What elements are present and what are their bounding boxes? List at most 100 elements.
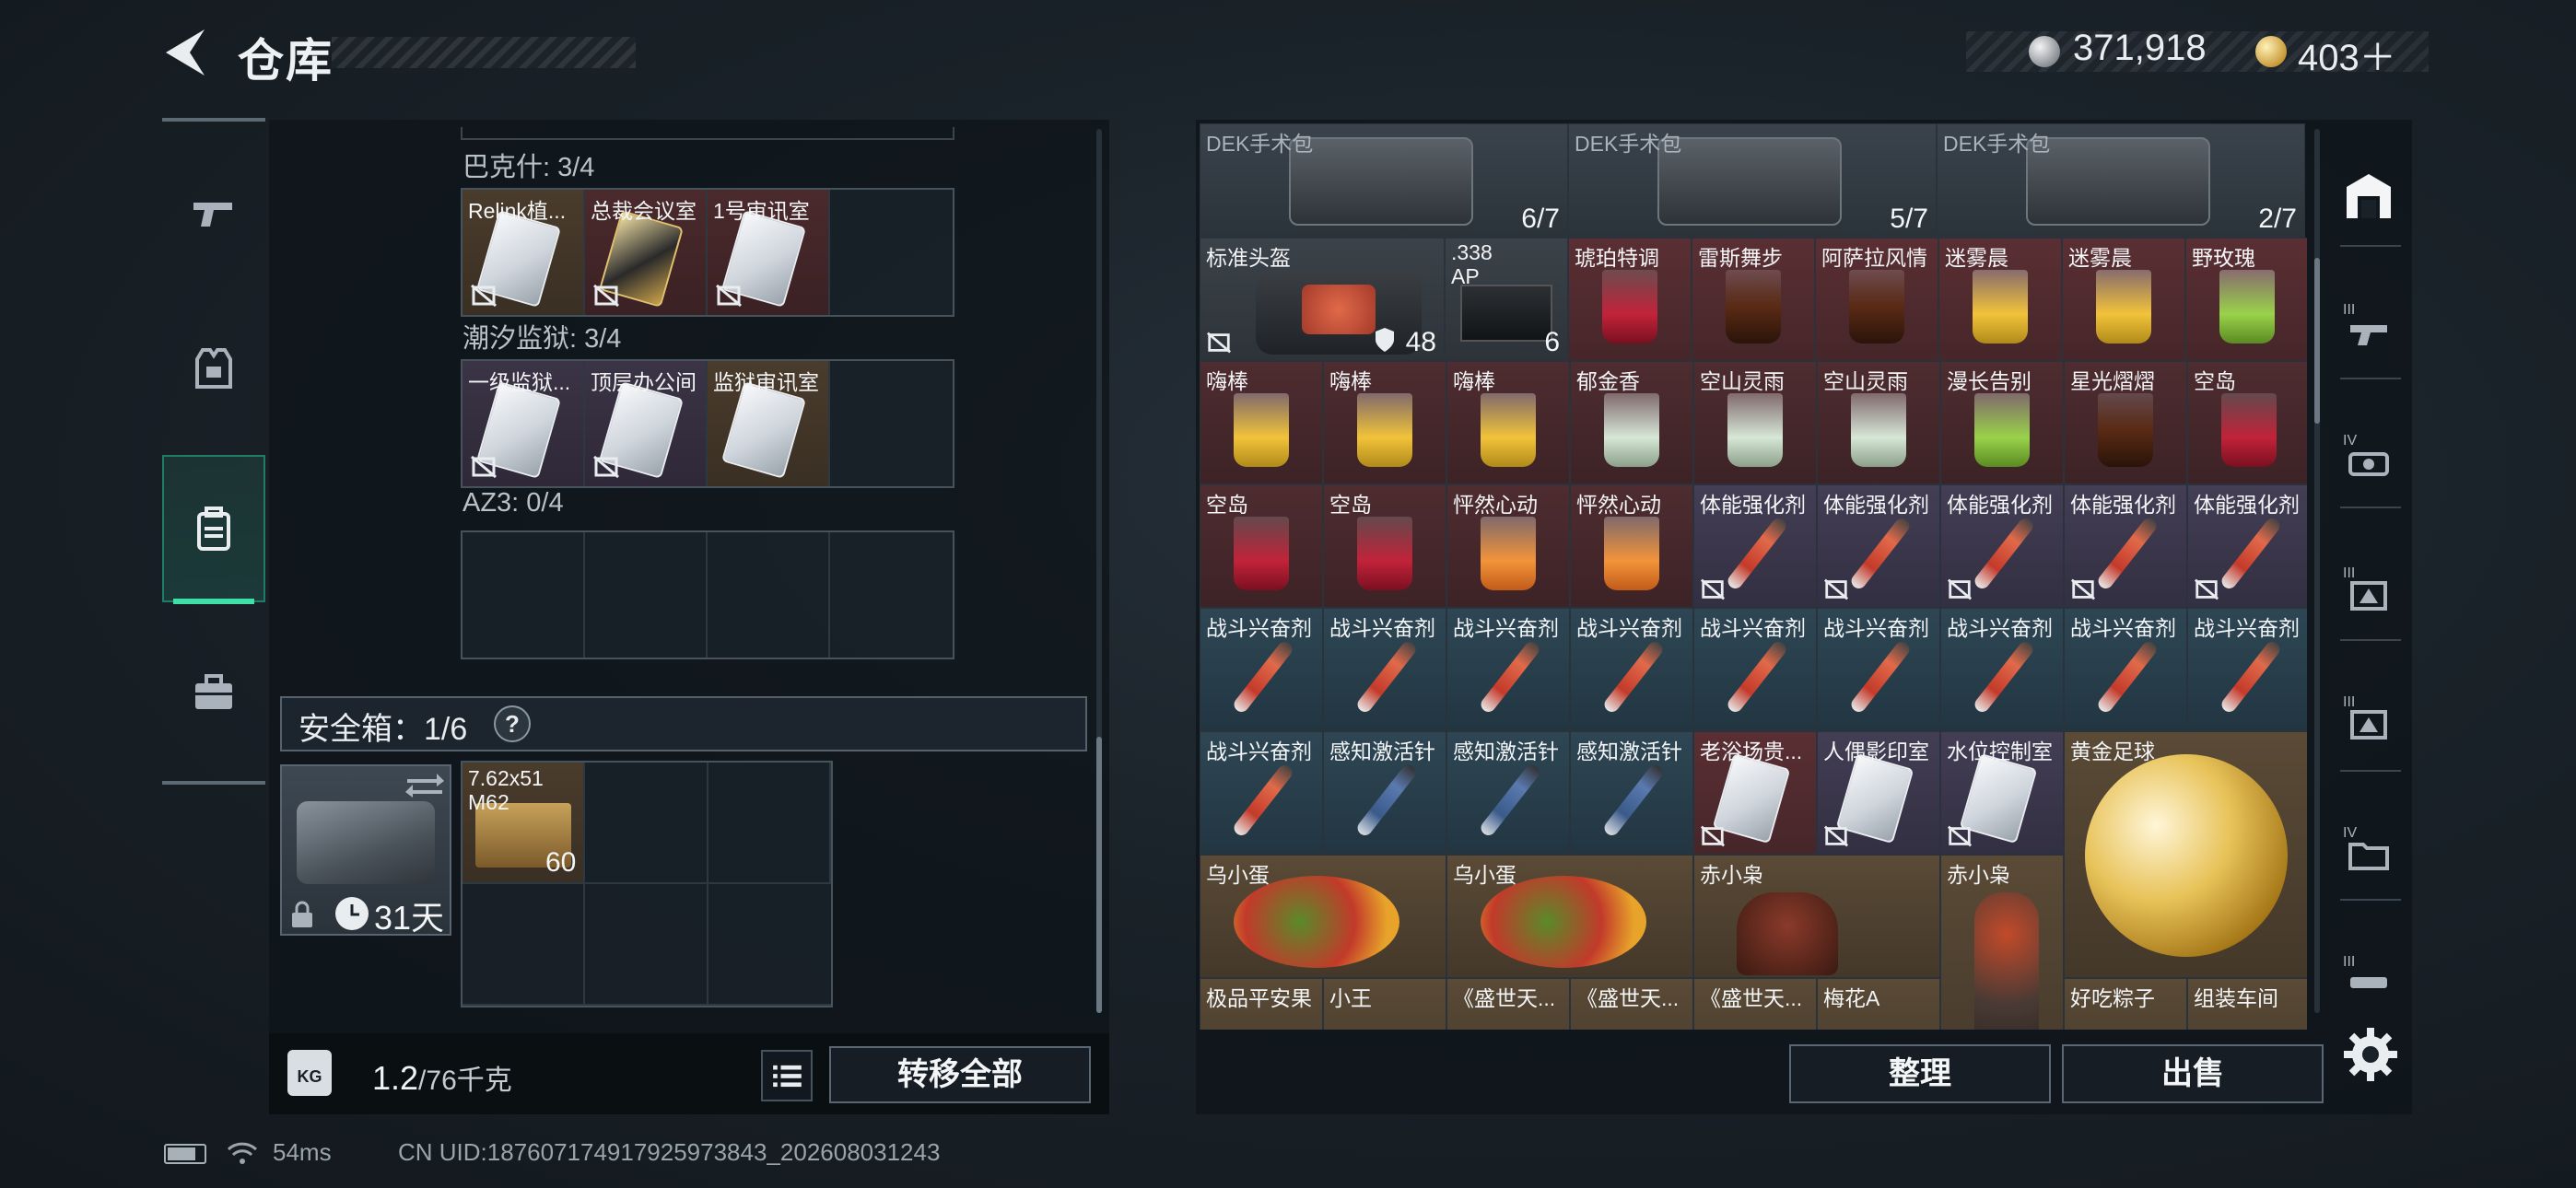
inventory-item-injector[interactable]: 体能强化剂 xyxy=(2187,484,2307,608)
gear-icon[interactable] xyxy=(2340,1024,2401,1085)
inventory-item-injector[interactable]: 体能强化剂 xyxy=(2064,484,2187,608)
inventory-item-golden-ball[interactable]: 黄金足球 xyxy=(2064,731,2307,978)
inventory-item-drink[interactable]: 空岛 xyxy=(1323,484,1446,608)
inventory-item-drink[interactable]: 漫长告别 xyxy=(1940,361,2064,484)
inventory-item[interactable]: 小王 xyxy=(1323,978,1446,1030)
inventory-item-stimulant[interactable]: 战斗兴奋剂 xyxy=(1200,731,1323,855)
empty-safe-slot[interactable] xyxy=(463,884,586,1006)
keycard-slot[interactable]: 顶层办公间 xyxy=(585,361,708,486)
empty-keycard-slot[interactable] xyxy=(463,532,585,658)
inventory-item-stimulant[interactable]: 战斗兴奋剂 xyxy=(1200,608,1323,731)
inventory-item-drink[interactable]: 怦然心动 xyxy=(1570,484,1693,608)
rnav-tier3-misc[interactable]: III xyxy=(2336,945,2401,1009)
keycard-slot[interactable]: 监狱审讯室 xyxy=(708,361,830,486)
inventory-item-drink[interactable]: 空岛 xyxy=(2187,361,2307,484)
inventory-item-injector[interactable]: 感知激活针 xyxy=(1323,731,1446,855)
inventory-item-stimulant[interactable]: 战斗兴奋剂 xyxy=(1693,608,1817,731)
nav-backpack[interactable] xyxy=(162,455,265,602)
inventory-item-injector[interactable]: 感知激活针 xyxy=(1446,731,1570,855)
inventory-item-stimulant[interactable]: 战斗兴奋剂 xyxy=(1446,608,1570,731)
inventory-item-stimulant[interactable]: 战斗兴奋剂 xyxy=(2064,608,2187,731)
inventory-item-keycard[interactable]: 老浴场贵... xyxy=(1693,731,1817,855)
rnav-warehouse[interactable] xyxy=(2336,164,2401,228)
empty-keycard-slot[interactable] xyxy=(708,532,830,658)
inventory-item-stimulant[interactable]: 战斗兴奋剂 xyxy=(1940,608,2064,731)
inventory-item-injector[interactable]: 体能强化剂 xyxy=(1817,484,1940,608)
empty-safe-slot[interactable] xyxy=(585,763,708,884)
keycard-slot[interactable]: 总裁会议室 xyxy=(585,190,708,315)
empty-keycard-slot[interactable] xyxy=(830,532,953,658)
empty-keycard-slot[interactable] xyxy=(830,361,953,486)
inventory-item-injector[interactable]: 感知激活针 xyxy=(1570,731,1693,855)
inventory-item-drink[interactable]: 迷雾晨 xyxy=(1938,238,2062,361)
inventory-item-keycard[interactable]: 人偶影印室 xyxy=(1817,731,1940,855)
back-arrow-icon[interactable] xyxy=(162,28,208,77)
inventory-item-drink[interactable]: 野玫瑰 xyxy=(2185,238,2307,361)
empty-keycard-slot[interactable] xyxy=(585,532,708,658)
swap-icon[interactable] xyxy=(404,770,446,801)
inventory-item[interactable]: 《盛世天... xyxy=(1570,978,1693,1030)
gold-amount[interactable]: 403＋ xyxy=(2298,28,2396,81)
empty-keycard-slot[interactable] xyxy=(830,190,953,315)
list-view-button[interactable] xyxy=(761,1050,813,1101)
figure-image xyxy=(1737,892,1838,975)
inventory-item-drink[interactable]: 空山灵雨 xyxy=(1817,361,1940,484)
no-trade-icon xyxy=(1947,578,1973,600)
inventory-item-ammo[interactable]: .338 AP 6 xyxy=(1445,238,1568,361)
help-button[interactable]: ? xyxy=(494,705,531,742)
inventory-item-drink[interactable]: 嗨棒 xyxy=(1323,361,1446,484)
inventory-item-stimulant[interactable]: 战斗兴奋剂 xyxy=(2187,608,2307,731)
nav-armor[interactable] xyxy=(162,295,265,442)
inventory-item-keycard[interactable]: 水位控制室 xyxy=(1940,731,2064,855)
inventory-item-drink[interactable]: 怦然心动 xyxy=(1446,484,1570,608)
empty-safe-slot[interactable] xyxy=(708,763,831,884)
inventory-item-drink[interactable]: 星光熠熠 xyxy=(2064,361,2187,484)
left-scrollbar-thumb[interactable] xyxy=(1096,737,1102,1013)
nav-weapons[interactable] xyxy=(162,138,265,285)
inventory-item[interactable]: 《盛世天... xyxy=(1693,978,1817,1030)
inventory-item-stimulant[interactable]: 战斗兴奋剂 xyxy=(1817,608,1940,731)
right-scrollbar-thumb[interactable] xyxy=(2314,258,2320,424)
inventory-item-drink[interactable]: 琥珀特调 xyxy=(1568,238,1692,361)
inventory-item-drink[interactable]: 空山灵雨 xyxy=(1693,361,1817,484)
inventory-item-medkit[interactable]: DEK手术包 6/7 xyxy=(1200,123,1568,238)
sell-button[interactable]: 出售 xyxy=(2062,1044,2324,1103)
inventory-item-figure[interactable]: 乌小蛋 xyxy=(1200,855,1446,978)
inventory-item[interactable]: 好吃粽子 xyxy=(2064,978,2187,1030)
inventory-item[interactable]: 极品平安果 xyxy=(1200,978,1323,1030)
inventory-item-drink[interactable]: 嗨棒 xyxy=(1200,361,1323,484)
inventory-item-drink[interactable]: 阿萨拉风情 xyxy=(1815,238,1938,361)
inventory-item-figure[interactable]: 赤小枭 xyxy=(1693,855,1940,978)
rnav-tier4-optic[interactable]: IV xyxy=(2336,424,2401,488)
inventory-item-stimulant[interactable]: 战斗兴奋剂 xyxy=(1323,608,1446,731)
inventory-item-helmet[interactable]: 标准头盔 48 xyxy=(1200,238,1445,361)
nav-toolbox[interactable] xyxy=(162,619,265,766)
inventory-item-medkit[interactable]: DEK手术包 2/7 xyxy=(1937,123,2305,238)
inventory-item[interactable]: 梅花A xyxy=(1817,978,1940,1030)
inventory-item-injector[interactable]: 体能强化剂 xyxy=(1940,484,2064,608)
inventory-item-drink[interactable]: 嗨棒 xyxy=(1446,361,1570,484)
inventory-item[interactable]: 《盛世天... xyxy=(1446,978,1570,1030)
empty-safe-slot[interactable] xyxy=(585,884,708,1006)
keycard-slot[interactable]: 一级监狱... xyxy=(463,361,585,486)
transfer-all-button[interactable]: 转移全部 xyxy=(829,1046,1091,1103)
rnav-tier3-gear[interactable]: III xyxy=(2336,685,2401,750)
inventory-item-injector[interactable]: 体能强化剂 xyxy=(1693,484,1817,608)
rnav-tier3-ammo[interactable]: III xyxy=(2336,556,2401,621)
keycard-slot[interactable]: Relink植... xyxy=(463,190,585,315)
inventory-item-drink[interactable]: 空岛 xyxy=(1200,484,1323,608)
inventory-item-drink[interactable]: 郁金香 xyxy=(1570,361,1693,484)
inventory-item-figure[interactable]: 乌小蛋 xyxy=(1446,855,1693,978)
inventory-item-medkit[interactable]: DEK手术包 5/7 xyxy=(1568,123,1937,238)
rnav-tier4-folder[interactable]: IV xyxy=(2336,816,2401,880)
sort-button[interactable]: 整理 xyxy=(1789,1044,2051,1103)
rnav-tier3-weapon[interactable]: III xyxy=(2336,293,2401,357)
inventory-item-drink[interactable]: 雷斯舞步 xyxy=(1692,238,1815,361)
inventory-item-figure[interactable]: 赤小枭 xyxy=(1940,855,2064,1030)
inventory-item[interactable]: 组装车间 xyxy=(2187,978,2307,1030)
ammo-slot[interactable]: 7.62x51 M62 60 xyxy=(463,763,586,884)
inventory-item-drink[interactable]: 迷雾晨 xyxy=(2062,238,2185,361)
inventory-item-stimulant[interactable]: 战斗兴奋剂 xyxy=(1570,608,1693,731)
empty-safe-slot[interactable] xyxy=(708,884,831,1006)
keycard-slot[interactable]: 1号审讯室 xyxy=(708,190,830,315)
